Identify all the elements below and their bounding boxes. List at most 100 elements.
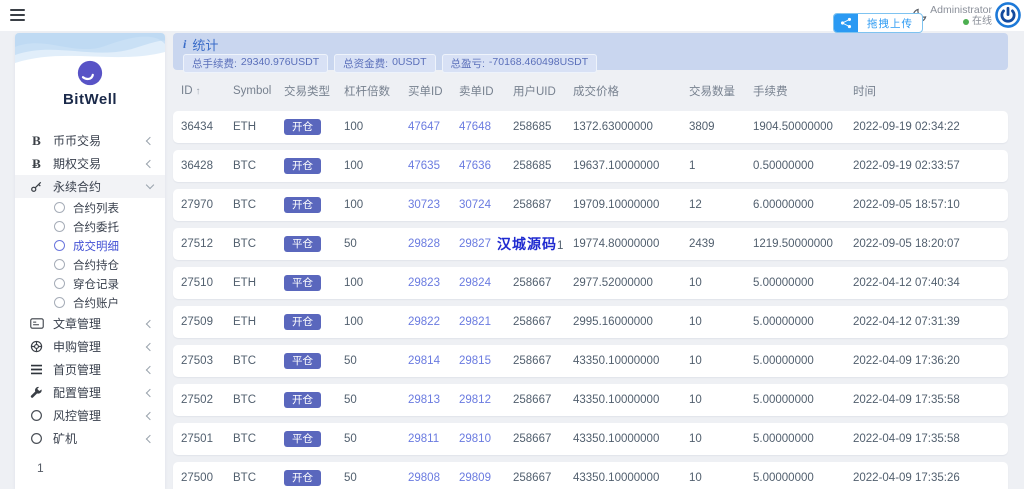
circle-icon — [29, 432, 44, 445]
sidebar-item-fengkong[interactable]: 风控管理 — [15, 404, 165, 427]
sidebar-item-yongxu[interactable]: 永续合约 — [15, 175, 165, 198]
column-header[interactable]: 卖单ID — [459, 83, 513, 99]
brand-logo: BitWell — [15, 33, 165, 117]
stats-panel: i 统计 总手续费: 29340.976USDT 总资金费: 0USDT 总盈亏: -… — [173, 33, 1008, 73]
sell-order-link[interactable]: 29812 — [459, 394, 513, 406]
stats-title: 统计 — [192, 38, 219, 53]
sidebar-subitem-label: 成交明细 — [73, 240, 119, 253]
cell-leverage: 100 — [344, 199, 364, 211]
sidebar-item-bibi[interactable]: B 币币交易 — [15, 129, 165, 152]
sidebar-nav: B 币币交易 Ƀ 期权交易 永续合约 合约列表合约委托成交明细合约持仓 穿仓记录 合约账户文章… — [15, 129, 165, 450]
radio-circle-icon — [54, 259, 65, 270]
buy-order-link[interactable]: 30723 — [408, 199, 459, 211]
sidebar-item-label: 申购管理 — [53, 340, 102, 354]
cell-leverage: 100 — [344, 121, 364, 133]
sidebar-item-shengou[interactable]: 申购管理 — [15, 335, 165, 358]
column-header[interactable]: 交易数量 — [689, 83, 753, 99]
sidebar-item-peizhi[interactable]: 配置管理 — [15, 381, 165, 404]
sidebar-subitem-zhanghu[interactable]: 合约账户 — [15, 293, 165, 312]
column-header[interactable]: 手续费 — [753, 83, 853, 99]
table-row: 27503 BTC 平仓 50 29814 29815 258667 43350.100000… — [173, 345, 1008, 377]
buy-order-link[interactable]: 29828 — [408, 238, 459, 250]
column-header[interactable]: 成交价格 — [573, 83, 689, 99]
buy-order-link[interactable]: 29814 — [408, 355, 459, 367]
sell-order-link[interactable]: 30724 — [459, 199, 513, 211]
cell-leverage: 50 — [344, 472, 357, 484]
sell-order-link[interactable]: 29810 — [459, 433, 513, 445]
chevron-left-icon — [145, 319, 155, 328]
buy-order-link[interactable]: 29811 — [408, 433, 459, 445]
sidebar-item-kuangji[interactable]: 矿机 — [15, 427, 165, 450]
sidebar-item-shouye[interactable]: 首页管理 — [15, 358, 165, 381]
table-header: ID ↑ Symbol 交易类型 杠杆倍数 买单ID 卖单ID 用户UID 成交价格 交易数量 手续… — [173, 74, 1008, 108]
cell-trade-type: 开仓 — [284, 158, 344, 174]
sidebar-item-label: 首页管理 — [53, 363, 102, 377]
column-header[interactable]: 时间 — [853, 83, 1008, 99]
cell-quantity: 2439 — [689, 238, 715, 250]
sidebar-subitem-mingxi[interactable]: 成交明细 — [15, 236, 165, 255]
cell-id: 27970 — [181, 199, 213, 211]
buy-order-link[interactable]: 29822 — [408, 316, 459, 328]
column-header[interactable]: 杠杆倍数 — [344, 83, 408, 99]
avatar[interactable] — [995, 2, 1021, 28]
column-header[interactable]: ID ↑ — [181, 85, 233, 97]
table-row: 27970 BTC 开仓 100 30723 30724 258687 19709.10000… — [173, 189, 1008, 221]
cell-time: 2022-04-09 17:35:26 — [853, 472, 960, 484]
cell-quantity: 10 — [689, 277, 702, 289]
column-header[interactable]: 交易类型 — [284, 83, 344, 99]
drag-upload-button[interactable]: 拖拽上传 — [833, 13, 923, 33]
buy-order-link[interactable]: 29813 — [408, 394, 459, 406]
chevron-left-icon — [145, 388, 155, 397]
table-row: 27510 ETH 平仓 100 29823 29824 258667 2977.520000… — [173, 267, 1008, 299]
admin-info[interactable]: Administrator 在线 — [930, 4, 992, 28]
cell-id: 27502 — [181, 394, 213, 406]
column-header[interactable]: Symbol — [233, 85, 284, 97]
table-body: 36434 ETH 开仓 100 47647 47648 258685 1372.630000… — [173, 111, 1008, 489]
pagination-page-1[interactable]: 1 — [37, 461, 165, 475]
online-dot-icon — [963, 19, 969, 25]
buy-order-link[interactable]: 29823 — [408, 277, 459, 289]
menu-toggle-icon[interactable] — [10, 9, 25, 21]
sell-order-link[interactable]: 29821 — [459, 316, 513, 328]
cell-fee: 5.00000000 — [753, 355, 814, 367]
sidebar-subitem-chicang[interactable]: 合约持仓 — [15, 255, 165, 274]
sidebar-subitem-chuancang[interactable]: 穿仓记录 — [15, 274, 165, 293]
cell-trade-type: 开仓 — [284, 119, 344, 135]
cell-leverage: 50 — [344, 355, 357, 367]
cell-id: 27501 — [181, 433, 213, 445]
sidebar-item-label: 文章管理 — [53, 317, 102, 331]
sell-order-link[interactable]: 47648 — [459, 121, 513, 133]
cell-price: 19774.80000000 — [573, 238, 660, 250]
column-header[interactable]: 买单ID — [408, 83, 459, 99]
buy-order-link[interactable]: 47647 — [408, 121, 459, 133]
chevron-left-icon — [145, 411, 155, 420]
cell-symbol: BTC — [233, 160, 256, 172]
sell-order-link[interactable]: 29824 — [459, 277, 513, 289]
sidebar-item-qiquan[interactable]: Ƀ 期权交易 — [15, 152, 165, 175]
sidebar-item-label: 风控管理 — [53, 409, 102, 423]
buy-order-link[interactable]: 29808 — [408, 472, 459, 484]
trade-type-badge: 开仓 — [284, 197, 321, 213]
trade-type-badge: 开仓 — [284, 314, 321, 330]
buy-order-link[interactable]: 47635 — [408, 160, 459, 172]
cell-fee: 5.00000000 — [753, 394, 814, 406]
sidebar-subitem-weituo[interactable]: 合约委托 — [15, 217, 165, 236]
upload-button-label: 拖拽上传 — [867, 17, 913, 30]
radio-circle-icon — [54, 202, 65, 213]
sell-order-link[interactable]: 29815 — [459, 355, 513, 367]
sell-order-link[interactable]: 47636 — [459, 160, 513, 172]
cell-time: 2022-09-05 18:20:07 — [853, 238, 960, 250]
cell-quantity: 10 — [689, 472, 702, 484]
sidebar-subitem-label: 合约委托 — [73, 221, 119, 234]
sidebar-subitem-liebiao[interactable]: 合约列表 — [15, 198, 165, 217]
sell-order-link[interactable]: 29809 — [459, 472, 513, 484]
cell-id: 27503 — [181, 355, 213, 367]
sort-asc-icon[interactable]: ↑ — [196, 86, 201, 97]
cell-uid: 258667 — [513, 472, 552, 484]
cell-leverage: 50 — [344, 238, 357, 250]
sidebar-item-wenzhang[interactable]: 文章管理 — [15, 312, 165, 335]
cell-uid: 258667 — [513, 316, 552, 328]
bitcoin-icon: Ƀ — [32, 155, 41, 171]
column-header[interactable]: 用户UID — [513, 83, 573, 99]
table-row: 27512 BTC 平仓 50 29828 29827 汉城源码1 19774.8000000… — [173, 228, 1008, 260]
